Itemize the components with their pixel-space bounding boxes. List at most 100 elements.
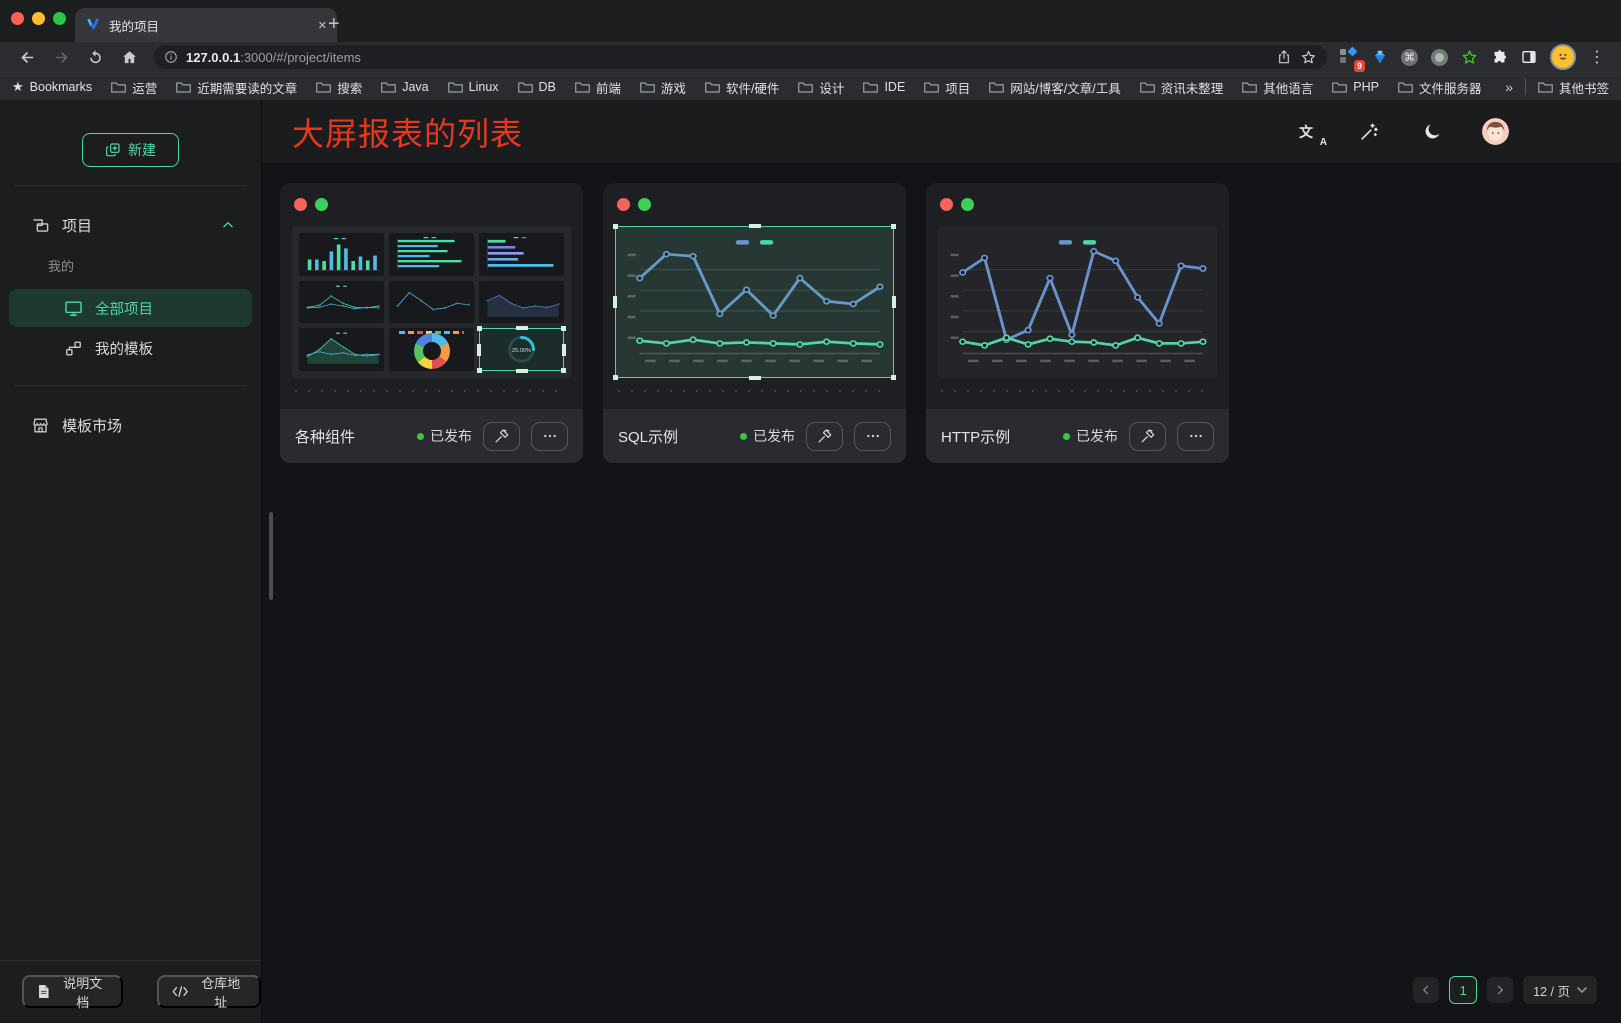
share-icon[interactable] [1276,49,1292,65]
project-card[interactable]: 25.00% 各种组件 已发布 [280,183,583,463]
star-extension-icon[interactable] [1461,49,1478,66]
app-root: 新建 项目 我的 全部项目 [0,100,1621,1023]
folder-icon [863,81,878,94]
card-thumbnail[interactable]: 25.00% [292,226,571,378]
dark-mode-moon-icon[interactable] [1419,119,1445,145]
red-dot [617,198,630,211]
bookmark-folder[interactable]: 近期需要读的文章 [176,78,297,97]
sidebar-group-project[interactable]: 项目 [0,204,261,246]
tab-close-icon[interactable]: ✕ [318,19,327,32]
repo-button[interactable]: 仓库地址 [157,975,261,1008]
bookmark-folder[interactable]: Linux [448,80,499,94]
favicon [85,17,101,33]
project-card[interactable]: HTTP示例 已发布 [926,183,1229,463]
url-text: 127.0.0.1:3000/#/project/items [186,50,361,65]
mini-area-chart [479,281,564,324]
bookmark-folder[interactable]: 文件服务器 [1398,78,1482,97]
red-dot [294,198,307,211]
user-avatar[interactable] [1482,118,1509,145]
extensions-cluster: 9 ⌘ ⋮ [1333,44,1611,70]
edit-button[interactable] [1129,422,1166,451]
minimize-window-button[interactable] [32,12,45,25]
card-traffic-dots [938,195,1217,214]
current-page-button[interactable]: 1 [1449,976,1477,1004]
page-size-select[interactable]: 12 / 页 [1523,976,1597,1004]
site-info-icon[interactable] [164,50,178,64]
bookmarks-overflow-chevron[interactable]: » [1505,79,1513,95]
more-button[interactable] [854,422,891,451]
folder-icon [640,81,655,94]
next-page-button[interactable] [1487,977,1513,1003]
card-thumbnail[interactable] [938,226,1217,378]
command-extension-icon[interactable]: ⌘ [1401,49,1418,66]
prev-page-button[interactable] [1413,977,1439,1003]
sidebar-item-my-templates[interactable]: 我的模板 [9,329,252,367]
star-icon: ★ [12,79,24,95]
folder-icon [705,81,720,94]
address-bar[interactable]: 127.0.0.1:3000/#/project/items [154,45,1327,69]
bookmark-folder[interactable]: 软件/硬件 [705,78,779,97]
bookmark-folder[interactable]: 项目 [924,78,970,97]
folder-icon [176,81,191,94]
bookmark-folder[interactable]: PHP [1332,80,1379,94]
close-window-button[interactable] [11,12,24,25]
recorder-extension-icon[interactable] [1431,49,1448,66]
sidebar-footer: 说明文档 仓库地址 [0,960,261,1023]
extensions-puzzle-icon[interactable] [1491,49,1508,66]
more-button[interactable] [1177,422,1214,451]
other-bookmarks[interactable]: 其他书签 [1538,78,1609,97]
folder-icon [518,81,533,94]
language-switch-icon[interactable]: 文A [1293,119,1319,145]
scrollbar-thumb[interactable] [269,512,273,600]
green-dot [638,198,651,211]
divider [1525,79,1526,95]
chevron-up-icon[interactable] [221,218,235,232]
bookmark-folder-list: 运营近期需要读的文章搜索 Java Linux DB 前端游戏软件/硬件设计 IDE 项目网… [111,78,1481,97]
bookmark-folder[interactable]: 其他语言 [1242,78,1313,97]
tab-manager-extension-icon[interactable]: 9 [1339,47,1359,67]
home-button[interactable] [112,44,146,70]
bookmark-folder[interactable]: 网站/博客/文章/工具 [989,78,1120,97]
edit-button[interactable] [806,422,843,451]
magic-wand-icon[interactable] [1356,119,1382,145]
gem-extension-icon[interactable] [1372,49,1388,65]
status-badge: 已发布 [417,426,472,446]
menu-icon[interactable]: ⋮ [1589,47,1605,67]
bookmark-item[interactable]: ★ Bookmarks [12,79,92,95]
sidebar-item-all-projects[interactable]: 全部项目 [9,289,252,327]
bookmark-folder[interactable]: 设计 [798,78,844,97]
card-title: 各种组件 [295,426,355,447]
bookmark-folder[interactable]: 资讯未整理 [1140,78,1224,97]
bookmark-folder[interactable]: 前端 [575,78,621,97]
bookmark-folder[interactable]: DB [518,80,556,94]
maximize-window-button[interactable] [53,12,66,25]
bookmark-folder[interactable]: 搜索 [316,78,362,97]
bookmark-star-icon[interactable] [1300,49,1317,66]
bookmark-folder[interactable]: 游戏 [640,78,686,97]
docs-button[interactable]: 说明文档 [22,975,123,1008]
bookmark-folder[interactable]: IDE [863,80,905,94]
card-thumbnail[interactable] [615,226,894,378]
main-area: 大屏报表的列表 文A [262,100,1621,1023]
profile-avatar-emoji[interactable] [1550,44,1576,70]
sidebar: 新建 项目 我的 全部项目 [0,100,262,1023]
back-button[interactable] [10,44,44,70]
browser-tab[interactable]: 我的项目 ✕ [75,8,337,42]
folder-icon [1538,81,1553,94]
dotted-separator [618,390,891,392]
bookmark-folder[interactable]: Java [381,80,428,94]
code-icon [172,985,188,998]
edit-button[interactable] [483,422,520,451]
card-footer: 各种组件 已发布 [280,409,583,463]
reload-button[interactable] [78,44,112,70]
new-tab-button[interactable]: + [328,10,340,38]
more-button[interactable] [531,422,568,451]
forward-button[interactable] [44,44,78,70]
new-project-button[interactable]: 新建 [82,133,179,167]
project-card[interactable]: SQL示例 已发布 [603,183,906,463]
folder-icon [575,81,590,94]
bookmark-folder[interactable]: 运营 [111,78,157,97]
sidebar-toggle-icon[interactable] [1521,49,1537,65]
sidebar-item-template-market[interactable]: 模板市场 [0,404,261,446]
status-dot [417,433,424,440]
